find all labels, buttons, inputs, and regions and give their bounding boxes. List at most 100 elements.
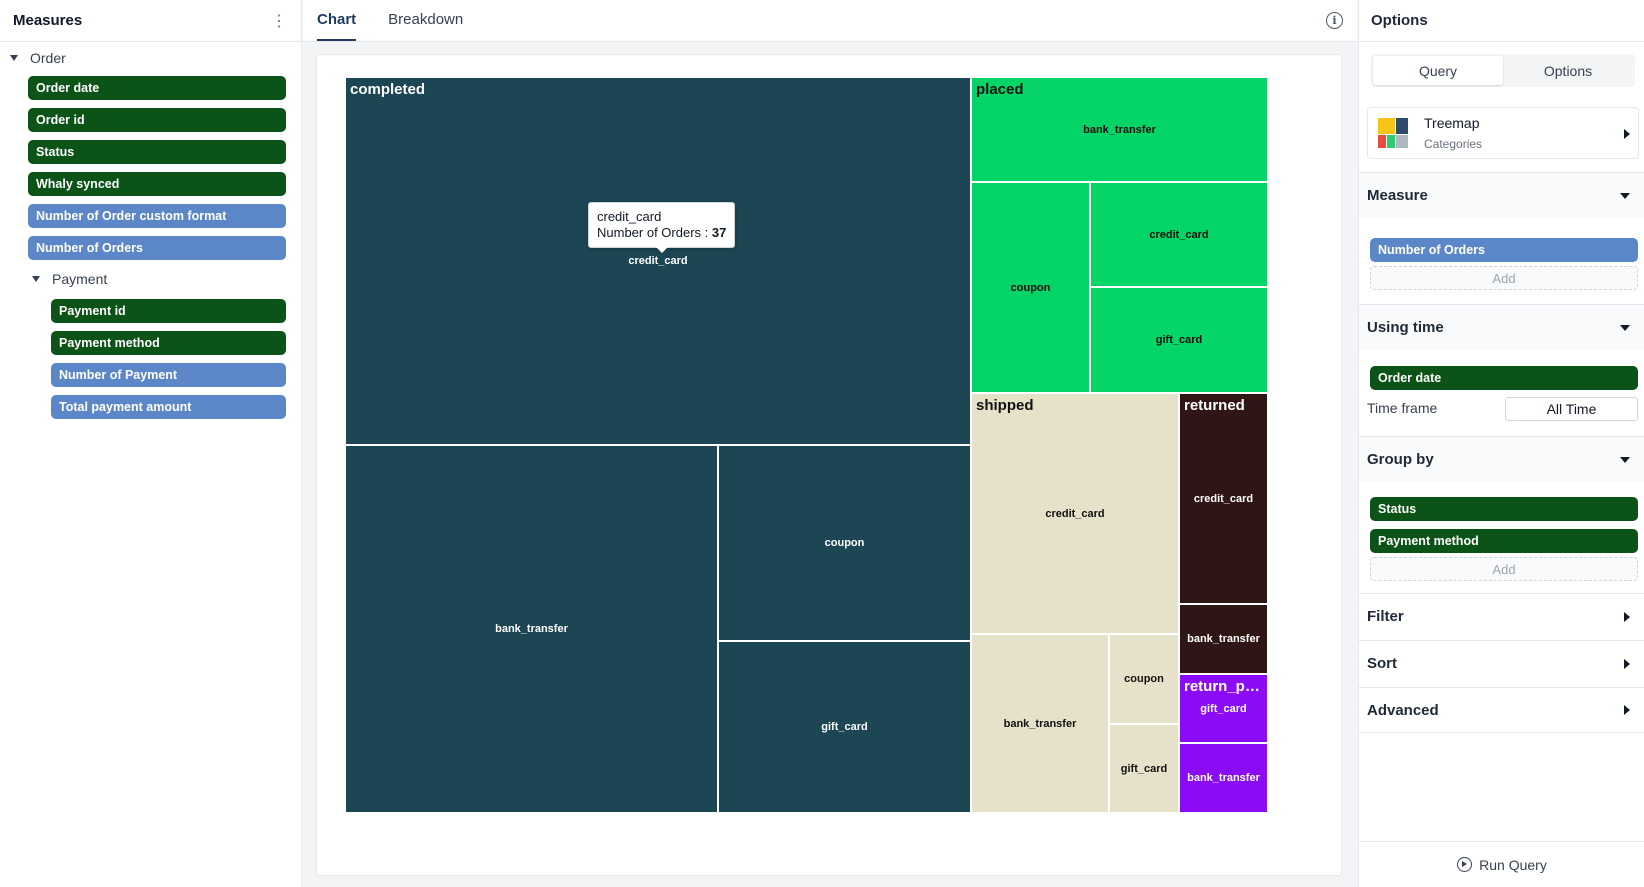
treemap-group-label: placed — [976, 81, 1024, 98]
group-by-status[interactable]: Status — [1370, 497, 1638, 521]
chevron-down-icon — [1620, 456, 1630, 463]
treemap-cell-label: bank_transfer — [495, 623, 568, 635]
tooltip-category: credit_card — [597, 209, 662, 224]
treemap-cell-return_pen-bank_transfer[interactable]: bank_transfer — [1179, 743, 1268, 813]
measures-panel: Measures ⋮ Order Order date Order id Sta… — [0, 0, 302, 887]
treemap-group-label: returned — [1184, 397, 1245, 414]
treemap-cell-placed-gift_card[interactable]: gift_card — [1090, 287, 1268, 393]
add-group-by-button[interactable]: Add — [1370, 557, 1638, 581]
treemap-chart: credit_card bank_transfer coupon gift_card c… — [345, 77, 1315, 852]
treemap-cell-label: gift_card — [821, 721, 868, 733]
segment-options[interactable]: Options — [1503, 56, 1633, 85]
field-number-of-orders[interactable]: Number of Orders — [28, 236, 286, 260]
treemap-cell-label: bank_transfer — [1187, 772, 1260, 784]
treemap-cell-label: coupon — [824, 537, 865, 549]
section-group-by-title: Group by — [1367, 451, 1434, 468]
field-payment-id[interactable]: Payment id — [51, 299, 286, 323]
field-total-payment-amount[interactable]: Total payment amount — [51, 395, 286, 419]
section-sort[interactable]: Sort — [1359, 640, 1644, 686]
measure-number-of-orders[interactable]: Number of Orders — [1370, 238, 1638, 262]
field-status[interactable]: Status — [28, 140, 286, 164]
treemap-cell-completed-bank_transfer[interactable]: bank_transfer — [345, 445, 718, 813]
section-measure-title: Measure — [1367, 187, 1428, 204]
tooltip-measure: Number of Orders — [597, 225, 702, 240]
group-payment[interactable]: Payment — [10, 267, 301, 291]
treemap-cell-shipped-credit_card[interactable]: credit_card — [971, 393, 1179, 634]
treemap-cell-label: gift_card — [1120, 762, 1168, 775]
app-root: Measures ⋮ Order Order date Order id Sta… — [0, 0, 1644, 887]
field-whaly-synced[interactable]: Whaly synced — [28, 172, 286, 196]
chart-type-selector[interactable]: Treemap Categories — [1367, 107, 1639, 159]
more-options-icon[interactable]: ⋮ — [271, 11, 287, 31]
field-payment-method[interactable]: Payment method — [51, 331, 286, 355]
treemap-cell-completed-credit_card[interactable]: credit_card — [345, 77, 971, 445]
section-advanced[interactable]: Advanced — [1359, 687, 1644, 733]
tooltip-value: 37 — [711, 225, 727, 240]
chevron-down-icon — [1620, 324, 1630, 331]
tab-chart[interactable]: Chart — [317, 11, 357, 41]
run-query-label: Run Query — [1479, 856, 1547, 873]
run-query-button[interactable]: Run Query — [1359, 841, 1644, 887]
group-by-payment-method[interactable]: Payment method — [1370, 529, 1638, 553]
add-measure-button[interactable]: Add — [1370, 266, 1638, 290]
tab-breakdown[interactable]: Breakdown — [388, 11, 463, 41]
options-title: Options — [1359, 0, 1644, 42]
treemap-cell-shipped-coupon[interactable]: coupon — [1109, 634, 1179, 724]
payment-fields: Payment id Payment method Number of Paym… — [10, 291, 301, 419]
play-circle-icon — [1457, 857, 1473, 872]
treemap-cell-label: gift_card — [1155, 334, 1203, 346]
chart-tooltip: credit_card Number of Orders : 37 — [588, 202, 736, 253]
order-fields: Order date Order id Status Whaly synced … — [10, 70, 301, 260]
section-sort-title: Sort — [1367, 655, 1397, 672]
options-panel: Options Query Options Treemap Categories… — [1358, 0, 1644, 887]
treemap-cell-label: credit_card — [1045, 507, 1105, 520]
treemap-icon — [1378, 118, 1408, 148]
treemap-cell-completed-coupon[interactable]: coupon — [718, 445, 971, 641]
chevron-right-icon — [1624, 658, 1630, 669]
caret-down-icon — [10, 55, 18, 61]
field-order-date[interactable]: Order date — [28, 76, 286, 100]
group-order-label: Order — [30, 50, 66, 66]
treemap-cell-label: credit_card — [1149, 228, 1209, 241]
time-frame-select[interactable]: All Time — [1505, 397, 1638, 421]
chevron-right-icon — [1624, 705, 1630, 715]
section-measure[interactable]: Measure — [1359, 172, 1644, 218]
treemap-cell-returned-bank_transfer[interactable]: bank_transfer — [1179, 604, 1268, 674]
field-number-of-payment[interactable]: Number of Payment — [51, 363, 286, 387]
chart-type-name: Treemap — [1424, 115, 1480, 131]
field-order-id[interactable]: Order id — [28, 108, 286, 132]
treemap-cell-label: gift_card — [1200, 702, 1247, 715]
treemap-cell-returned-credit_card[interactable]: credit_card — [1179, 393, 1268, 604]
treemap-cell-shipped-gift_card[interactable]: gift_card — [1109, 724, 1179, 813]
chevron-right-icon — [1624, 611, 1630, 622]
section-group-by[interactable]: Group by — [1359, 436, 1644, 482]
treemap-cell-label: coupon — [1124, 673, 1164, 685]
group-order[interactable]: Order — [10, 46, 301, 70]
chevron-down-icon — [1620, 192, 1630, 199]
treemap-cell-completed-gift_card[interactable]: gift_card — [718, 641, 971, 813]
section-filter[interactable]: Filter — [1359, 593, 1644, 639]
chart-type-category: Categories — [1424, 137, 1483, 151]
segment-query[interactable]: Query — [1373, 56, 1503, 85]
chart-tabs: Chart Breakdown i — [303, 0, 1357, 42]
treemap-cell-label: credit_card — [628, 255, 688, 267]
treemap-group-label: completed — [350, 81, 426, 98]
treemap-cell-label: bank_transfer — [1187, 633, 1260, 645]
treemap-group-label: return_pen... — [1184, 678, 1268, 695]
section-using-time-title: Using time — [1367, 319, 1444, 336]
section-using-time[interactable]: Using time — [1359, 304, 1644, 350]
treemap-cell-placed-credit_card[interactable]: credit_card — [1090, 182, 1268, 287]
time-dimension-order-date[interactable]: Order date — [1370, 366, 1638, 390]
group-payment-label: Payment — [52, 271, 108, 287]
field-number-of-order-custom-format[interactable]: Number of Order custom format — [28, 204, 286, 228]
tooltip-measure-line: Number of Orders : 37 — [597, 225, 726, 241]
treemap-cell-label: bank_transfer — [1083, 123, 1156, 136]
treemap-cell-label: credit_card — [1193, 492, 1254, 505]
measures-title: Measures — [13, 12, 83, 29]
info-icon[interactable]: i — [1326, 12, 1343, 29]
chevron-right-icon — [1624, 129, 1630, 139]
treemap-cell-shipped-bank_transfer[interactable]: bank_transfer — [971, 634, 1109, 813]
measures-header: Measures ⋮ — [0, 0, 301, 42]
caret-down-icon — [32, 276, 40, 282]
treemap-cell-placed-coupon[interactable]: coupon — [971, 182, 1090, 393]
